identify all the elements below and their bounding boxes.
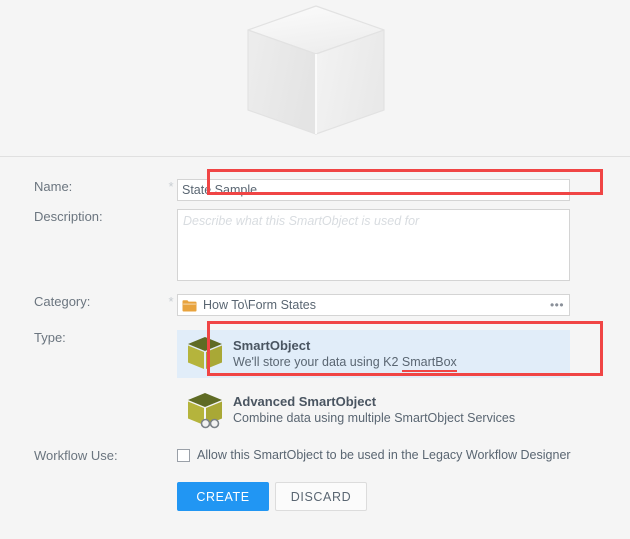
smartobject-form: Name: * Description: Category: * How To\… <box>0 157 630 511</box>
smartobject-cube-icon <box>247 5 385 135</box>
category-input[interactable]: How To\Form States ••• <box>177 294 570 316</box>
row-name: Name: * <box>0 179 630 201</box>
name-label: Name: <box>34 179 73 194</box>
name-field-wrap <box>177 179 570 201</box>
type-option-advanced-title: Advanced SmartObject <box>233 394 377 409</box>
action-buttons: CREATE DISCARD <box>177 482 367 511</box>
discard-button[interactable]: DISCARD <box>275 482 367 511</box>
category-required-asterisk: * <box>168 294 174 309</box>
workflow-use-field-wrap: Allow this SmartObject to be used in the… <box>177 448 571 462</box>
row-category: Category: * How To\Form States ••• <box>0 294 630 316</box>
name-input[interactable] <box>177 179 570 201</box>
legacy-workflow-checkbox[interactable] <box>177 448 190 462</box>
type-option-smartobject-title: SmartObject <box>233 338 311 353</box>
row-description: Description: <box>0 209 630 284</box>
type-option-smartobject[interactable]: SmartObject We'll store your data using … <box>177 330 570 378</box>
workflow-use-checkbox-row[interactable]: Allow this SmartObject to be used in the… <box>177 448 571 462</box>
type-label: Type: <box>34 330 66 345</box>
type-option-advanced-smartobject[interactable]: Advanced SmartObject Combine data using … <box>177 386 570 434</box>
cube-icon <box>188 337 222 369</box>
name-required-asterisk: * <box>168 179 174 194</box>
actions-wrap: CREATE DISCARD <box>177 478 367 511</box>
folder-icon <box>182 299 197 311</box>
row-type: Type: SmartObject We'll store your data … <box>0 330 630 434</box>
type-option-advanced-description: Combine data using multiple SmartObject … <box>233 411 516 425</box>
category-label: Category: <box>34 294 91 309</box>
description-field-wrap <box>177 209 570 284</box>
type-option-smartobject-text: SmartObject We'll store your data using … <box>233 338 457 372</box>
workflow-use-label: Workflow Use: <box>34 448 118 463</box>
create-button[interactable]: CREATE <box>177 482 269 511</box>
type-option-smartobject-desc-prefix: We'll store your data using K2 <box>233 355 402 369</box>
legacy-workflow-checkbox-label: Allow this SmartObject to be used in the… <box>197 448 571 462</box>
category-value: How To\Form States <box>203 298 317 312</box>
type-option-smartobject-description: We'll store your data using K2 SmartBox <box>233 354 457 372</box>
category-browse-button[interactable]: ••• <box>547 298 567 312</box>
hero-banner <box>0 0 630 157</box>
type-options-wrap: SmartObject We'll store your data using … <box>177 330 570 434</box>
row-workflow-use: Workflow Use: Allow this SmartObject to … <box>0 448 630 464</box>
category-field-wrap: How To\Form States ••• <box>177 294 570 316</box>
cube-glasses-icon <box>188 393 222 429</box>
description-label: Description: <box>34 209 103 224</box>
row-actions: CREATE DISCARD <box>0 478 630 511</box>
description-textarea[interactable] <box>177 209 570 281</box>
type-option-advanced-text: Advanced SmartObject Combine data using … <box>233 394 515 426</box>
smartbox-link-annotated: SmartBox <box>401 355 457 372</box>
